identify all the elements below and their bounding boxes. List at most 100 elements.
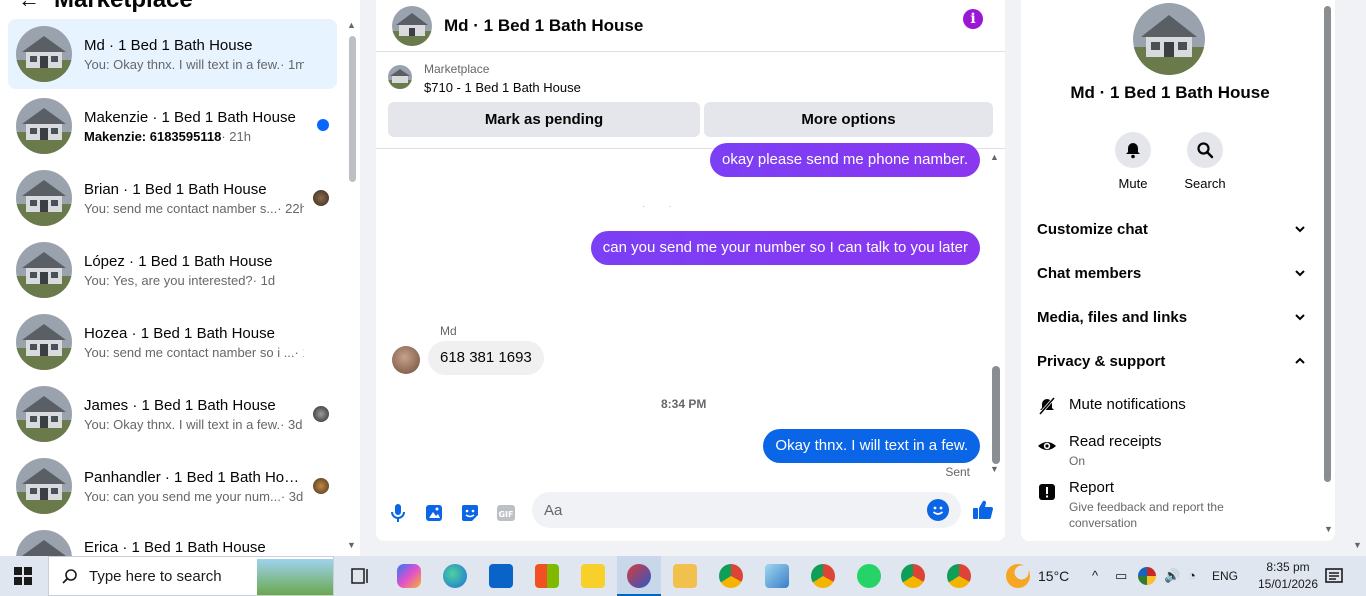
report-item[interactable]: Report Give feedback and report the conv… [1037, 479, 1317, 531]
wifi-icon[interactable]: ◔ [1188, 568, 1196, 583]
notepad-icon[interactable] [765, 564, 789, 588]
clock-date: 15/01/2026 [1257, 577, 1319, 591]
outgoing-message[interactable]: okay please send me phone namber. [710, 143, 980, 177]
sender-avatar[interactable] [392, 346, 420, 374]
chat-scrollbar[interactable]: ▲ ▼ [990, 152, 1002, 482]
seen-avatar-icon [313, 478, 329, 494]
battery-icon[interactable]: ▭ [1115, 568, 1127, 584]
snipping-tool-icon[interactable] [627, 564, 651, 588]
photo-icon[interactable] [422, 501, 446, 525]
thumbs-up-icon[interactable] [971, 498, 995, 522]
chat-members-section[interactable]: Chat members [1037, 258, 1307, 288]
windows-start-icon[interactable] [14, 567, 32, 585]
profile-avatar[interactable] [1133, 3, 1205, 75]
mark-as-pending-button[interactable]: Mark as pending [388, 102, 700, 137]
sticky-notes-icon[interactable] [581, 564, 605, 588]
scroll-down-icon[interactable]: ▼ [347, 540, 356, 550]
listing-thumbnail[interactable] [388, 65, 412, 89]
customize-chat-section[interactable]: Customize chat [1037, 214, 1307, 244]
scroll-down-icon[interactable]: ▼ [1324, 524, 1333, 534]
conversation-item[interactable]: López · 1 Bed 1 Bath House You: Yes, are… [8, 235, 337, 305]
clock[interactable]: 8:35 pm 15/01/2026 [1250, 559, 1326, 593]
chrome-icon[interactable] [719, 564, 743, 588]
conversation-item[interactable]: Panhandler · 1 Bed 1 Bath Hou... You: ca… [8, 451, 337, 521]
conversation-preview: You: Yes, are you interested?· 1d [84, 272, 276, 288]
edge-browser-icon[interactable] [443, 564, 467, 588]
profile-name: Md · 1 Bed 1 Bath House [1070, 83, 1270, 102]
read-receipts-item[interactable]: Read receipts On [1037, 433, 1317, 469]
conversation-title: Hozea · 1 Bed 1 Bath House [84, 324, 275, 342]
conversation-preview: You: send me contact namber so i ...· 1d [84, 344, 304, 360]
outgoing-message[interactable]: Okay thnx. I will text in a few. [763, 429, 980, 463]
conversation-item[interactable]: Md · 1 Bed 1 Bath House You: Okay thnx. … [8, 19, 337, 89]
conversation-item[interactable]: Erica · 1 Bed 1 Bath House [8, 523, 337, 556]
scroll-up-icon[interactable]: ▲ [347, 20, 356, 30]
scroll-up-icon[interactable]: ▲ [990, 152, 999, 162]
chat-title[interactable]: Md · 1 Bed 1 Bath House [444, 16, 643, 36]
scrollbar-thumb[interactable] [349, 36, 356, 182]
media-files-links-section[interactable]: Media, files and links [1037, 302, 1307, 332]
volume-icon[interactable]: 🔊 [1164, 568, 1180, 584]
outlook-icon[interactable] [489, 564, 513, 588]
more-options-button[interactable]: More options [704, 102, 993, 137]
seen-avatar-icon [313, 190, 329, 206]
conversation-item[interactable]: Makenzie · 1 Bed 1 Bath House Makenzie: … [8, 91, 337, 161]
whatsapp-icon[interactable] [857, 564, 881, 588]
chrome-profile-icon[interactable] [811, 564, 835, 588]
language-indicator[interactable]: ENG [1212, 569, 1238, 583]
mute-action[interactable]: Mute [1103, 132, 1163, 191]
mute-notifications-item[interactable]: Mute notifications [1037, 396, 1317, 418]
chrome-profile-icon[interactable] [901, 564, 925, 588]
weather-temperature[interactable]: 15°C [1038, 568, 1069, 584]
item-label: Mute notifications [1069, 396, 1186, 413]
page-scrollbar[interactable]: ▼ [1350, 0, 1366, 556]
listing-title[interactable]: $710 - 1 Bed 1 Bath House [424, 80, 581, 95]
panel-header: ← Marketplace [18, 0, 193, 14]
conversation-item[interactable]: Brian · 1 Bed 1 Bath House You: send me … [8, 163, 337, 233]
bell-icon[interactable] [1115, 132, 1151, 168]
gif-icon[interactable]: GIF [494, 501, 518, 525]
clock-time: 8:35 pm [1266, 560, 1310, 574]
conversation-list-scrollbar[interactable]: ▲ ▼ [347, 20, 357, 552]
chat-avatar[interactable] [392, 5, 432, 46]
scrollbar-thumb[interactable] [992, 366, 1000, 464]
copilot-icon[interactable] [397, 564, 421, 588]
task-view-icon[interactable] [349, 564, 373, 588]
search-action[interactable]: Search [1175, 132, 1235, 191]
notification-center-icon[interactable] [1322, 564, 1346, 588]
message-status: Sent [945, 465, 970, 479]
privacy-support-section[interactable]: Privacy & support [1037, 346, 1307, 376]
search-placeholder: Type here to search [89, 567, 222, 585]
taskbar-search-box[interactable]: Type here to search [48, 556, 334, 596]
chevron-up-icon [1295, 357, 1305, 364]
seen-avatar-icon [313, 406, 329, 422]
emoji-icon[interactable] [927, 499, 949, 521]
chat-info-panel: Md · 1 Bed 1 Bath House Mute Search Cust… [1021, 0, 1335, 541]
scrollbar-thumb[interactable] [1324, 6, 1331, 482]
conversation-title: Brian · 1 Bed 1 Bath House [84, 180, 267, 198]
conversation-item[interactable]: James · 1 Bed 1 Bath House You: Okay thn… [8, 379, 337, 449]
message-input[interactable] [532, 492, 912, 528]
chevron-down-icon [1295, 270, 1305, 277]
store-icon[interactable] [535, 564, 559, 588]
chrome-profile-icon[interactable] [947, 564, 971, 588]
incoming-message[interactable]: 618 381 1693 [428, 341, 544, 375]
back-arrow-icon[interactable]: ← [18, 0, 40, 13]
scroll-down-icon[interactable]: ▼ [990, 464, 999, 474]
outgoing-message[interactable]: can you send me your number so I can tal… [590, 231, 980, 265]
message-input-box[interactable] [532, 492, 961, 528]
search-icon[interactable] [1187, 132, 1223, 168]
item-status: On [1069, 454, 1086, 468]
info-panel-scrollbar[interactable]: ▼ [1322, 0, 1334, 541]
conversation-item[interactable]: Hozea · 1 Bed 1 Bath House You: send me … [8, 307, 337, 377]
chevron-up-icon[interactable]: ^ [1092, 568, 1098, 583]
tray-app-icon[interactable] [1138, 567, 1156, 585]
file-explorer-icon[interactable] [673, 564, 697, 588]
chat-panel: Md · 1 Bed 1 Bath House i Marketplace $7… [376, 0, 1005, 541]
sticker-icon[interactable] [458, 501, 482, 525]
scroll-down-icon[interactable]: ▼ [1353, 540, 1362, 550]
conversation-preview: Makenzie: 6183595118· 21h [84, 128, 251, 144]
info-icon[interactable]: i [963, 9, 983, 29]
microphone-icon[interactable] [386, 501, 410, 525]
house-thumbnail [16, 530, 72, 556]
